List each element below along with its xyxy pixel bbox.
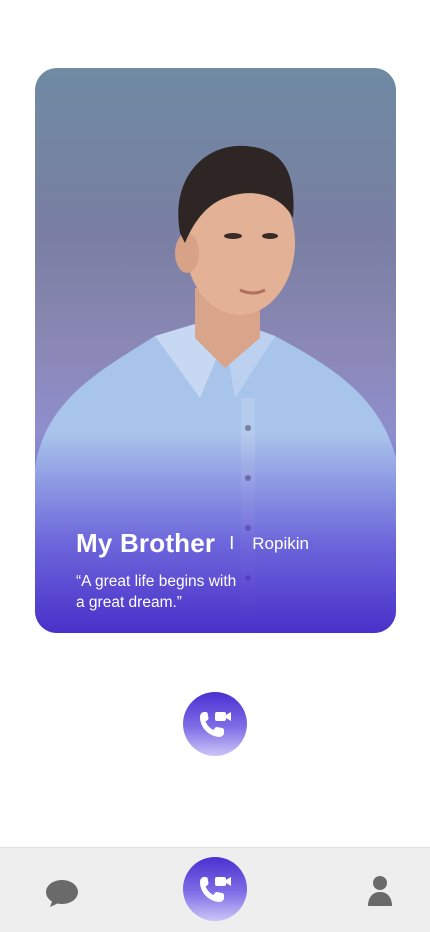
- nav-item-call[interactable]: [183, 857, 247, 921]
- card-caption: My Brother I Ropikin “A great life begin…: [76, 528, 376, 613]
- chat-bubble-icon: [46, 880, 78, 907]
- video-call-icon: [200, 712, 231, 737]
- quote-line-2: a great dream.”: [76, 594, 182, 611]
- profile-card[interactable]: My Brother I Ropikin “A great life begin…: [35, 68, 396, 633]
- app-screen: My Brother I Ropikin “A great life begin…: [0, 0, 430, 932]
- quote-line-1: “A great life begins with: [76, 573, 237, 590]
- profile-quote: “A great life begins with a great dream.…: [76, 571, 256, 613]
- nav-item-chat[interactable]: [42, 875, 82, 911]
- nav-item-profile[interactable]: [362, 872, 398, 910]
- profile-name: My Brother: [76, 528, 216, 558]
- video-call-button[interactable]: [183, 692, 247, 756]
- video-call-icon: [200, 877, 231, 902]
- name-separator: I: [229, 533, 235, 553]
- profile-handle: Ropikin: [252, 533, 309, 553]
- person-icon: [368, 876, 392, 906]
- name-row: My Brother I Ropikin: [76, 528, 376, 559]
- bottom-nav: [0, 847, 430, 932]
